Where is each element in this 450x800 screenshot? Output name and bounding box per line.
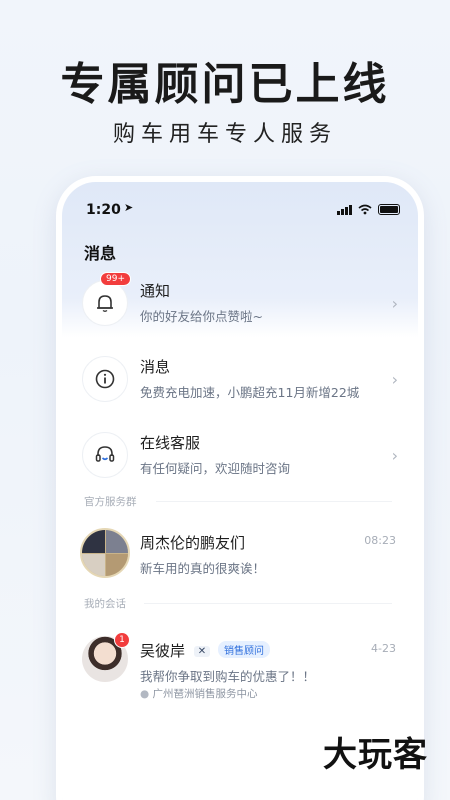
section-label-my-chats: 我的会话 — [84, 598, 126, 610]
location-arrow-icon: ➤ — [124, 201, 134, 214]
brand-tag: ✕ — [193, 646, 211, 657]
row-title: 在线客服 — [140, 434, 201, 452]
group-chat-item[interactable]: 周杰伦的鹏友们 新车用的真的很爽诶！ 08:23 — [62, 526, 418, 592]
list-item-customer-service[interactable]: 在线客服 有任何疑问，欢迎随时咨询 › — [62, 426, 418, 492]
row-subtitle: 有任何疑问，欢迎随时咨询 — [140, 461, 291, 476]
divider — [144, 603, 392, 604]
divider — [156, 501, 392, 502]
list-item-messages[interactable]: 消息 免费充电加速，小鹏超充11月新增22城 › — [62, 350, 418, 416]
list-item-notifications[interactable]: 99+ 通知 你的好友给你点赞啦~ › — [62, 272, 418, 340]
bell-icon — [82, 280, 128, 326]
status-bar: 1:20 ➤ — [86, 201, 400, 220]
advisor-location-text: 广州琶洲销售服务中心 — [152, 688, 258, 700]
advisor-name-line: 吴彼岸 ✕ 销售顾问 — [140, 640, 270, 661]
advisor-chat-item[interactable]: 1 吴彼岸 ✕ 销售顾问 我帮你争取到购车的优惠了！！ ● 广州琶洲销售服务中心… — [62, 632, 418, 710]
row-title: 通知 — [140, 282, 171, 300]
page-title: 消息 — [84, 244, 117, 263]
signal-icon — [337, 204, 352, 215]
watermark: 大玩客 — [323, 735, 428, 775]
messages-screen: 1:20 ➤ 消息 99+ 通知 你的好友给你点赞啦~ › 消息 免费充电加速，… — [62, 182, 418, 800]
group-chat-name: 周杰伦的鹏友们 — [140, 534, 246, 552]
promo-headline: 专属顾问已上线 — [60, 59, 390, 110]
chevron-right-icon: › — [391, 294, 398, 313]
group-chat-message: 新车用的真的很爽诶！ — [140, 561, 266, 576]
row-subtitle: 免费充电加速，小鹏超充11月新增22城 — [140, 385, 360, 400]
group-avatar — [80, 528, 130, 578]
info-icon — [82, 356, 128, 402]
wifi-icon — [358, 204, 372, 215]
unread-badge: 99+ — [100, 272, 131, 286]
advisor-message: 我帮你争取到购车的优惠了！！ — [140, 669, 316, 684]
phone-frame: 1:20 ➤ 消息 99+ 通知 你的好友给你点赞啦~ › 消息 免费充电加速，… — [56, 176, 424, 800]
unread-badge: 1 — [114, 632, 130, 648]
row-subtitle: 你的好友给你点赞啦~ — [140, 309, 263, 324]
section-label-official-group: 官方服务群 — [84, 496, 137, 508]
promo-subline: 购车用车专人服务 — [112, 122, 337, 147]
chevron-right-icon: › — [391, 370, 398, 389]
advisor-chat-time: 4-23 — [371, 642, 396, 655]
battery-icon — [378, 204, 400, 215]
advisor-location: ● 广州琶洲销售服务中心 — [140, 686, 258, 701]
headset-icon — [82, 432, 128, 478]
status-time: 1:20 — [86, 202, 121, 218]
group-chat-time: 08:23 — [364, 534, 396, 547]
location-pin-icon: ● — [140, 688, 150, 700]
role-tag: 销售顾问 — [217, 641, 270, 658]
row-title: 消息 — [140, 358, 171, 376]
advisor-name: 吴彼岸 — [140, 642, 186, 660]
chevron-right-icon: › — [391, 446, 398, 465]
